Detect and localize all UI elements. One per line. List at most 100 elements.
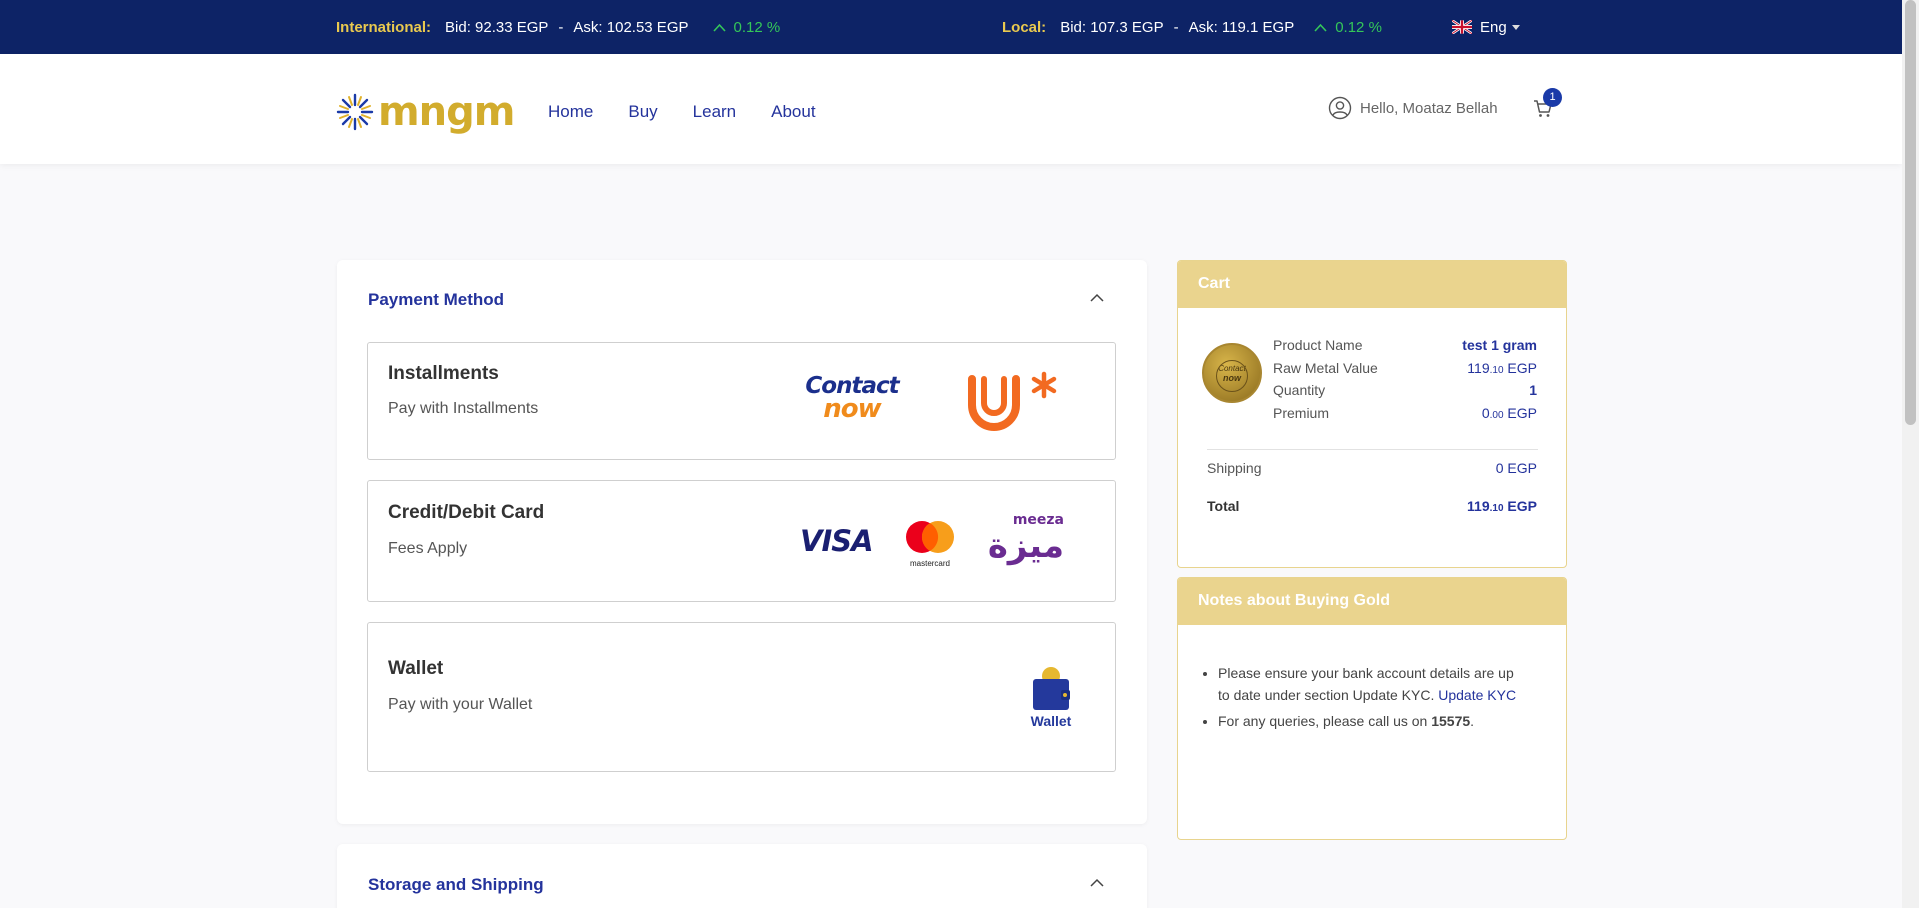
- local-change: 0.12 %: [1314, 19, 1382, 36]
- wallet-icon: [1033, 667, 1070, 710]
- option-subtitle: Pay with your Wallet: [388, 696, 533, 713]
- visa-logo: VISA: [800, 524, 874, 558]
- chevron-down-icon: [1511, 24, 1520, 30]
- user-icon: [1328, 96, 1352, 120]
- premium-value: 0.00 EGP: [1482, 405, 1537, 421]
- option-title: Installments: [388, 363, 499, 384]
- quantity-value: 1: [1529, 382, 1537, 398]
- product-name-label: Product Name: [1273, 337, 1363, 353]
- international-bid: Bid: 92.33 EGP: [445, 18, 549, 36]
- language-label: Eng: [1480, 18, 1507, 36]
- valu-logo: [968, 371, 1057, 431]
- notes-title: Notes about Buying Gold: [1178, 578, 1566, 625]
- option-title: Credit/Debit Card: [388, 502, 545, 523]
- premium-int: 0: [1481, 405, 1490, 421]
- premium-label: Premium: [1273, 405, 1330, 421]
- total-value: 119.10 EGP: [1467, 498, 1537, 514]
- chevron-up-icon[interactable]: [1090, 878, 1104, 887]
- arrow-up-icon: [712, 23, 726, 32]
- local-change-value: 0.12 %: [1335, 18, 1382, 36]
- price-ticker-bar: International: Bid: 92.33 EGP - Ask: 102…: [0, 0, 1902, 54]
- product-name-value: test 1 gram: [1462, 337, 1537, 353]
- uk-flag-icon: [1452, 20, 1472, 34]
- option-title: Wallet: [388, 658, 444, 679]
- page-scrollbar-thumb[interactable]: [1905, 0, 1916, 425]
- option-subtitle: Pay with Installments: [388, 400, 539, 417]
- wallet-logo: Wallet: [1021, 666, 1081, 729]
- total-dec: .10: [1489, 503, 1504, 514]
- raw-metal-dec: .10: [1489, 365, 1504, 376]
- contact-now-logo: Contact now: [802, 375, 902, 424]
- contact-now-logo-text-2: now: [823, 394, 881, 424]
- divider: [1207, 449, 1538, 450]
- local-ask: Ask: 119.1 EGP: [1188, 18, 1295, 36]
- international-ask: Ask: 102.53 EGP: [573, 18, 689, 36]
- payment-option-card[interactable]: Credit/Debit Card Fees Apply VISA master…: [367, 480, 1116, 602]
- arrow-up-icon: [1314, 23, 1327, 32]
- payment-option-wallet[interactable]: Wallet Pay with your Wallet Wallet: [367, 622, 1116, 772]
- raw-metal-row: Raw Metal Value: [1273, 360, 1378, 376]
- currency: EGP: [1503, 405, 1537, 421]
- premium-dec: .00: [1489, 410, 1504, 421]
- user-menu[interactable]: Hello, Moataz Bellah: [1328, 96, 1498, 120]
- update-kyc-link[interactable]: Update KYC: [1438, 687, 1516, 703]
- support-phone-number: 15575: [1431, 713, 1471, 729]
- raw-metal-int: 119: [1467, 360, 1490, 376]
- cart-title: Cart: [1178, 261, 1566, 308]
- notes-list: Please ensure your bank account details …: [1218, 662, 1528, 736]
- coin-inner-ring: [1216, 360, 1248, 392]
- user-greeting: Hello, Moataz Bellah: [1360, 99, 1498, 117]
- meeza-logo: meeza ميزة: [980, 513, 1064, 565]
- shipping-row: Shipping: [1207, 460, 1262, 476]
- wallet-logo-text: Wallet: [1030, 713, 1072, 729]
- option-subtitle: Fees Apply: [388, 540, 468, 557]
- currency: EGP: [1503, 498, 1537, 514]
- international-change: 0.12 %: [712, 18, 781, 36]
- nav-about[interactable]: About: [771, 102, 815, 122]
- cart-panel: Cart Contact now Product Name test 1 gra…: [1177, 260, 1567, 568]
- mastercard-logo: mastercard: [900, 519, 960, 568]
- premium-row: Premium: [1273, 405, 1329, 421]
- language-selector[interactable]: Eng: [1452, 0, 1520, 54]
- shipping-label: Shipping: [1207, 460, 1262, 476]
- notes-item-suffix: .: [1470, 713, 1475, 729]
- separator: -: [1173, 18, 1179, 36]
- international-label: International:: [336, 18, 432, 36]
- nav-learn[interactable]: Learn: [693, 102, 736, 122]
- total-label: Total: [1207, 498, 1240, 514]
- sunburst-logo-icon: [336, 93, 374, 131]
- mastercard-circles-icon: [906, 521, 954, 553]
- local-bid: Bid: 107.3 EGP: [1060, 18, 1164, 36]
- logo-wordmark: mngm: [378, 89, 515, 135]
- local-price: Local: Bid: 107.3 EGP - Ask: 119.1 EGP 0…: [1002, 0, 1382, 54]
- currency: EGP: [1503, 360, 1537, 376]
- international-change-value: 0.12 %: [733, 18, 781, 36]
- buying-notes-panel: Notes about Buying Gold Please ensure yo…: [1177, 577, 1567, 840]
- product-coin-image: Contact now: [1202, 343, 1262, 403]
- main-nav: Home Buy Learn About: [548, 102, 851, 122]
- cart-count-badge: 1: [1543, 88, 1562, 107]
- quantity-row: Quantity: [1273, 382, 1325, 398]
- payment-option-installments[interactable]: Installments Pay with Installments Conta…: [367, 342, 1116, 460]
- notes-item: For any queries, please call us on 15575…: [1218, 710, 1528, 732]
- quantity-label: Quantity: [1273, 382, 1326, 398]
- meeza-logo-text: meeza: [1012, 512, 1064, 528]
- shipping-value: 0 EGP: [1495, 460, 1537, 476]
- notes-item: Please ensure your bank account details …: [1218, 662, 1528, 706]
- payment-method-title[interactable]: Payment Method: [368, 290, 504, 310]
- nav-buy[interactable]: Buy: [628, 102, 657, 122]
- mastercard-logo-text: mastercard: [909, 559, 950, 568]
- total-int: 119: [1467, 498, 1490, 514]
- site-logo[interactable]: mngm: [336, 89, 515, 135]
- international-price: International: Bid: 92.33 EGP - Ask: 102…: [336, 0, 780, 54]
- storage-shipping-title[interactable]: Storage and Shipping: [368, 875, 544, 895]
- notes-item-prefix: For any queries, please call us on: [1218, 713, 1432, 729]
- chevron-up-icon[interactable]: [1090, 293, 1104, 302]
- meeza-logo-arabic-text: ميزة: [987, 526, 1064, 566]
- raw-metal-value: 119.10 EGP: [1467, 360, 1537, 376]
- nav-home[interactable]: Home: [548, 102, 593, 122]
- raw-metal-label: Raw Metal Value: [1273, 360, 1378, 376]
- site-header: mngm Home Buy Learn About Hello, Moataz …: [0, 54, 1902, 164]
- product-name-row: Product Name: [1273, 337, 1362, 353]
- local-label: Local:: [1002, 18, 1047, 36]
